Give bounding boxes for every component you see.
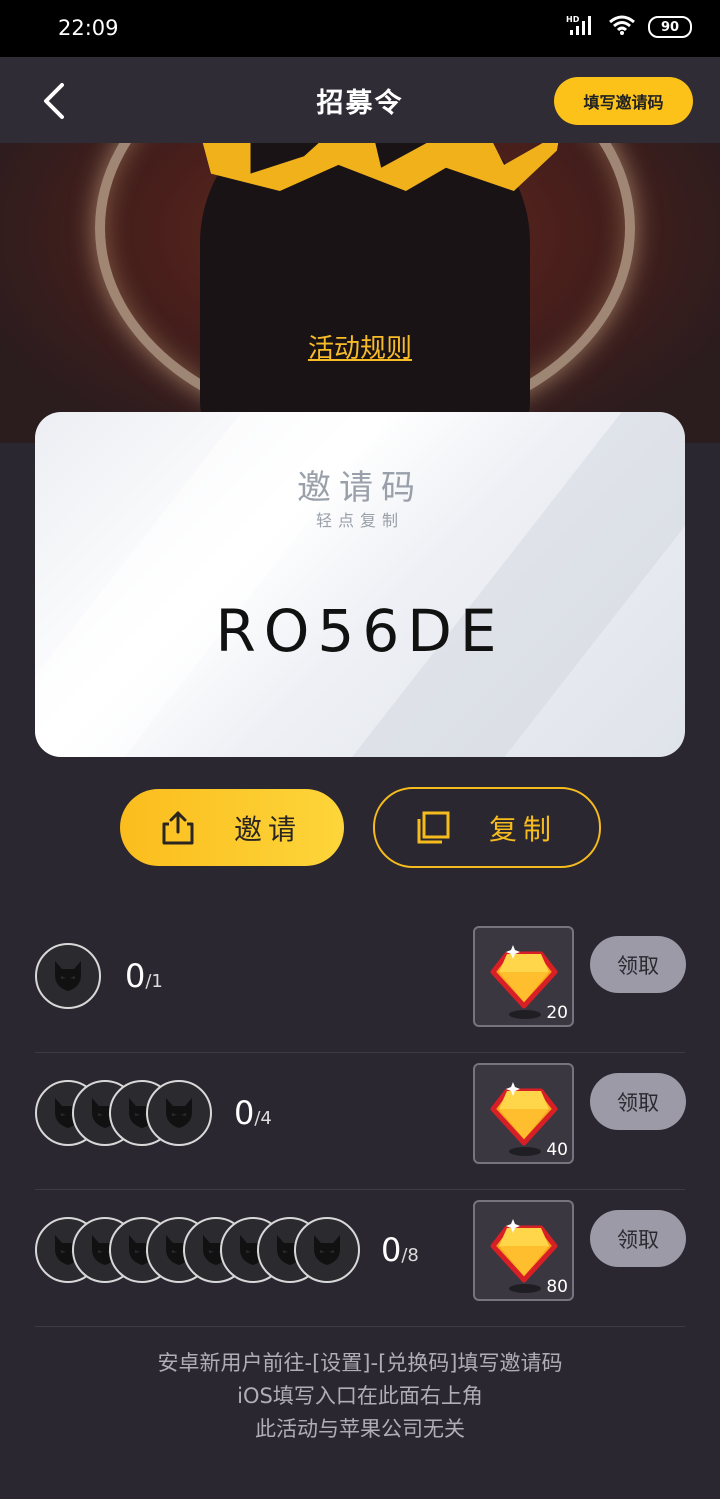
reward-tier: 0/1 20 领取: [35, 915, 686, 1053]
footer-line: iOS填写入口在此面右上角: [237, 1384, 483, 1408]
status-bar: 22:09 HD 90: [0, 0, 720, 57]
invitee-avatar-placeholder: [146, 1080, 212, 1146]
reward-item: 80: [473, 1200, 574, 1301]
reward-tier: 0/8 80 领取: [35, 1189, 686, 1327]
progress-total: /8: [401, 1245, 419, 1266]
status-time: 22:09: [58, 16, 119, 40]
battery-icon: 90: [648, 16, 692, 38]
status-icons: HD 90: [566, 14, 692, 40]
progress-total: /4: [254, 1108, 272, 1129]
footer-line: 安卓新用户前往-[设置]-[兑换码]填写邀请码: [157, 1351, 563, 1375]
progress-current: 0: [234, 1094, 255, 1132]
claim-button[interactable]: 领取: [590, 1210, 686, 1267]
share-icon: [162, 811, 194, 844]
invitee-avatar-placeholder: [294, 1217, 360, 1283]
hero-banner: [0, 143, 720, 443]
fill-invite-code-button[interactable]: 填写邀请码: [554, 77, 693, 125]
activity-rules-link[interactable]: 活动规则: [0, 328, 720, 365]
wolf-icon: [55, 961, 81, 991]
reward-amount: 80: [546, 1277, 568, 1297]
invite-button[interactable]: 邀请: [120, 789, 344, 866]
invite-code-card[interactable]: 邀请码 轻点复制 RO56DE: [35, 412, 685, 757]
invite-progress: 0/8: [381, 1231, 419, 1269]
invite-code[interactable]: RO56DE: [35, 597, 685, 665]
diamond-icon: [490, 945, 558, 1009]
card-subtitle: 轻点复制: [315, 511, 404, 530]
wolf-icon: [166, 1098, 192, 1128]
invitee-avatar-placeholder: [35, 943, 101, 1009]
reward-amount: 40: [546, 1140, 568, 1160]
copy-icon: [417, 811, 450, 843]
footer-notes: 安卓新用户前往-[设置]-[兑换码]填写邀请码 iOS填写入口在此面右上角 此活…: [0, 1347, 720, 1446]
reward-amount: 20: [546, 1003, 568, 1023]
progress-total: /1: [145, 971, 163, 992]
copy-button[interactable]: 复制: [373, 787, 601, 868]
nav-bar: 招募令 填写邀请码: [0, 57, 720, 143]
reward-item: 20: [473, 926, 574, 1027]
card-title: 邀请码: [297, 468, 423, 508]
invite-button-label: 邀请: [234, 812, 303, 846]
invite-progress: 0/4: [234, 1094, 272, 1132]
diamond-icon: [490, 1082, 558, 1146]
invite-progress: 0/1: [125, 957, 163, 995]
diamond-icon: [490, 1219, 558, 1283]
figure-silhouette: [200, 143, 530, 443]
wolf-icon: [314, 1235, 340, 1265]
signal-icon: HD: [566, 14, 596, 40]
wifi-icon: [608, 14, 636, 40]
reward-item: 40: [473, 1063, 574, 1164]
svg-text:HD: HD: [566, 15, 580, 24]
reward-tier: 0/4 40 领取: [35, 1052, 686, 1190]
progress-current: 0: [125, 957, 146, 995]
claim-button[interactable]: 领取: [590, 936, 686, 993]
claim-button[interactable]: 领取: [590, 1073, 686, 1130]
footer-line: 此活动与苹果公司无关: [255, 1417, 465, 1441]
copy-button-label: 复制: [489, 812, 558, 846]
progress-current: 0: [381, 1231, 402, 1269]
